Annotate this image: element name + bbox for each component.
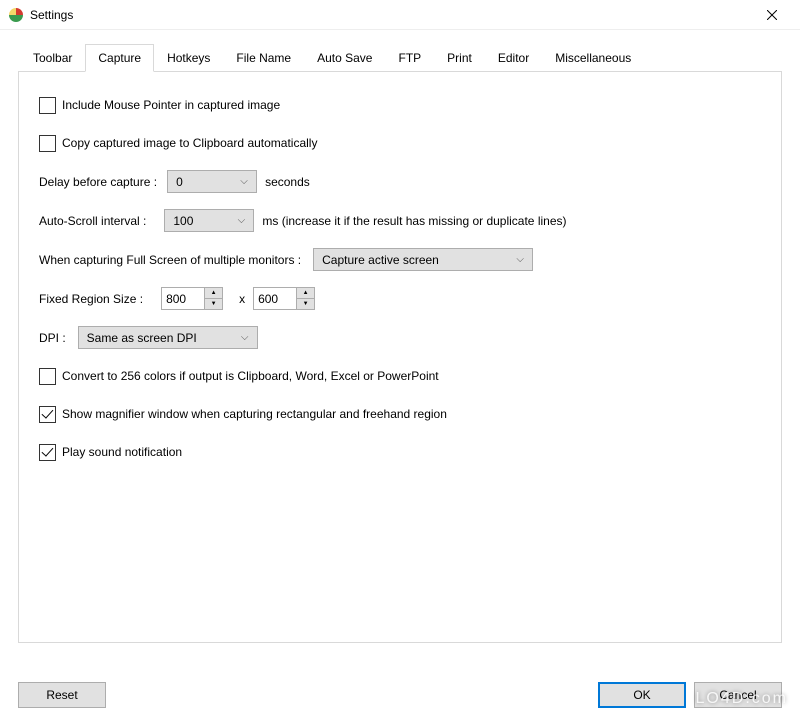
fixed-region-sep: x [239, 292, 245, 306]
dialog-buttons: Reset OK Cancel [18, 682, 782, 708]
fixed-region-label: Fixed Region Size : [39, 292, 143, 306]
copy-clipboard-label: Copy captured image to Clipboard automat… [62, 136, 317, 150]
fixed-region-width-stepper[interactable]: ▲ ▼ [161, 287, 223, 310]
autoscroll-suffix: ms (increase it if the result has missin… [262, 214, 566, 228]
delay-label: Delay before capture : [39, 175, 157, 189]
chevron-down-icon: ⌵ [237, 332, 253, 343]
include-pointer-checkbox[interactable] [39, 97, 56, 114]
multimonitor-combo[interactable]: Capture active screen ⌵ [313, 248, 533, 271]
close-icon [767, 10, 777, 20]
tab-hotkeys[interactable]: Hotkeys [154, 44, 223, 72]
fixed-region-height-input[interactable] [254, 288, 296, 309]
fixed-region-width-input[interactable] [162, 288, 204, 309]
dpi-combo[interactable]: Same as screen DPI ⌵ [78, 326, 258, 349]
app-icon [8, 7, 24, 23]
titlebar: Settings [0, 0, 800, 30]
stepper-arrows: ▲ ▼ [204, 288, 222, 309]
tab-capture[interactable]: Capture [85, 44, 154, 72]
chevron-down-icon: ⌵ [233, 215, 249, 226]
copy-clipboard-checkbox[interactable] [39, 135, 56, 152]
chevron-down-icon: ⌵ [512, 254, 528, 265]
convert-256-label: Convert to 256 colors if output is Clipb… [62, 369, 439, 383]
tab-print[interactable]: Print [434, 44, 485, 72]
capture-panel: Include Mouse Pointer in captured image … [18, 71, 782, 643]
content-area: Toolbar Capture Hotkeys File Name Auto S… [0, 30, 800, 653]
tab-editor[interactable]: Editor [485, 44, 542, 72]
chevron-down-icon: ⌵ [236, 176, 252, 187]
delay-combo[interactable]: 0 ⌵ [167, 170, 257, 193]
fixed-region-height-stepper[interactable]: ▲ ▼ [253, 287, 315, 310]
magnifier-label: Show magnifier window when capturing rec… [62, 407, 447, 421]
stepper-arrows: ▲ ▼ [296, 288, 314, 309]
close-button[interactable] [752, 1, 792, 29]
autoscroll-value: 100 [173, 214, 193, 228]
reset-button[interactable]: Reset [18, 682, 106, 708]
magnifier-checkbox[interactable] [39, 406, 56, 423]
arrow-down-icon[interactable]: ▼ [297, 299, 314, 309]
tab-bar: Toolbar Capture Hotkeys File Name Auto S… [18, 44, 782, 71]
arrow-up-icon[interactable]: ▲ [205, 288, 222, 299]
delay-value: 0 [176, 175, 183, 189]
tab-miscellaneous[interactable]: Miscellaneous [542, 44, 644, 72]
cancel-button[interactable]: Cancel [694, 682, 782, 708]
sound-label: Play sound notification [62, 445, 182, 459]
include-pointer-label: Include Mouse Pointer in captured image [62, 98, 280, 112]
window-title: Settings [30, 8, 752, 22]
tab-auto-save[interactable]: Auto Save [304, 44, 385, 72]
multimonitor-value: Capture active screen [322, 253, 439, 267]
tab-ftp[interactable]: FTP [385, 44, 434, 72]
sound-checkbox[interactable] [39, 444, 56, 461]
arrow-up-icon[interactable]: ▲ [297, 288, 314, 299]
arrow-down-icon[interactable]: ▼ [205, 299, 222, 309]
delay-suffix: seconds [265, 175, 310, 189]
dpi-value: Same as screen DPI [87, 331, 197, 345]
tab-toolbar[interactable]: Toolbar [20, 44, 85, 72]
multimonitor-label: When capturing Full Screen of multiple m… [39, 253, 301, 267]
autoscroll-label: Auto-Scroll interval : [39, 214, 146, 228]
dpi-label: DPI : [39, 331, 66, 345]
ok-button[interactable]: OK [598, 682, 686, 708]
autoscroll-combo[interactable]: 100 ⌵ [164, 209, 254, 232]
tab-file-name[interactable]: File Name [223, 44, 304, 72]
convert-256-checkbox[interactable] [39, 368, 56, 385]
